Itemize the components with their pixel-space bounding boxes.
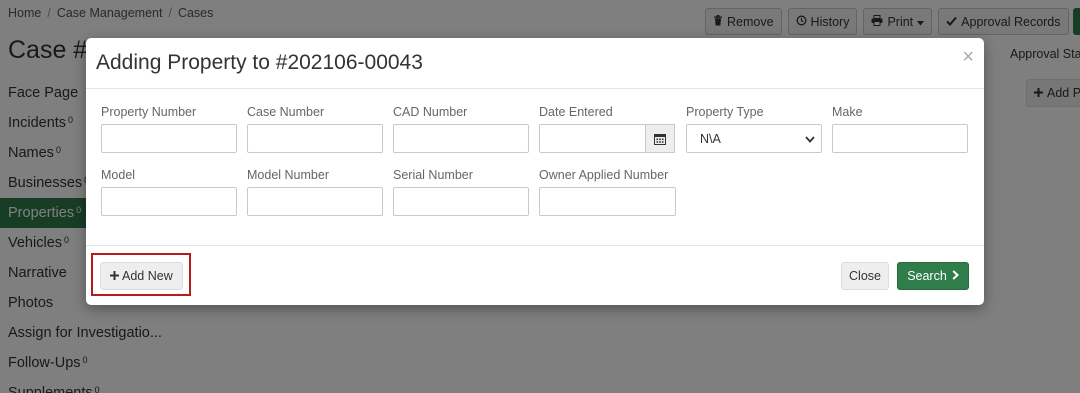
model-number-input[interactable] bbox=[247, 187, 383, 216]
property-type-value: N\A bbox=[700, 131, 721, 146]
chevron-down-icon bbox=[805, 132, 815, 146]
property-number-input[interactable] bbox=[101, 124, 237, 153]
case-number-input[interactable] bbox=[247, 124, 383, 153]
modal-footer: Add New Close Search bbox=[86, 245, 984, 305]
calendar-icon[interactable] bbox=[646, 124, 675, 153]
add-new-label: Add New bbox=[122, 269, 173, 283]
property-type-label: Property Type bbox=[686, 105, 764, 119]
make-label: Make bbox=[832, 105, 863, 119]
make-field: Make bbox=[832, 105, 968, 153]
case-number-field: Case Number bbox=[247, 105, 383, 153]
plus-icon bbox=[110, 269, 119, 283]
add-new-button[interactable]: Add New bbox=[100, 262, 183, 290]
make-input[interactable] bbox=[832, 124, 968, 153]
cad-number-label: CAD Number bbox=[393, 105, 468, 119]
search-button[interactable]: Search bbox=[897, 262, 969, 290]
serial-number-input[interactable] bbox=[393, 187, 529, 216]
close-icon[interactable]: × bbox=[962, 47, 974, 67]
model-label: Model bbox=[101, 168, 136, 182]
date-entered-input[interactable] bbox=[539, 124, 646, 153]
owner-applied-number-label: Owner Applied Number bbox=[539, 168, 669, 182]
model-number-label: Model Number bbox=[247, 168, 329, 182]
owner-applied-number-field: Owner Applied Number bbox=[539, 168, 676, 216]
search-label: Search bbox=[907, 269, 947, 283]
case-number-label: Case Number bbox=[247, 105, 325, 119]
date-entered-label: Date Entered bbox=[539, 105, 613, 119]
modal-body: Property Number Case Number CAD Number D… bbox=[86, 89, 984, 245]
model-input[interactable] bbox=[101, 187, 237, 216]
modal-title: Adding Property to #202106-00043 bbox=[96, 51, 423, 74]
property-number-label: Property Number bbox=[101, 105, 197, 119]
owner-applied-number-input[interactable] bbox=[539, 187, 676, 216]
model-field: Model bbox=[101, 168, 237, 216]
date-entered-field: Date Entered bbox=[539, 105, 675, 153]
chevron-right-icon bbox=[952, 269, 959, 283]
model-number-field: Model Number bbox=[247, 168, 383, 216]
serial-number-label: Serial Number bbox=[393, 168, 473, 182]
property-type-field: Property Type N\A bbox=[686, 105, 822, 153]
close-label: Close bbox=[849, 269, 881, 283]
close-button[interactable]: Close bbox=[841, 262, 889, 290]
property-number-field: Property Number bbox=[101, 105, 237, 153]
cad-number-input[interactable] bbox=[393, 124, 529, 153]
serial-number-field: Serial Number bbox=[393, 168, 529, 216]
property-type-select[interactable]: N\A bbox=[686, 124, 822, 153]
add-property-modal: Adding Property to #202106-00043 × Prope… bbox=[86, 38, 984, 305]
cad-number-field: CAD Number bbox=[393, 105, 529, 153]
modal-header: Adding Property to #202106-00043 × bbox=[86, 38, 984, 89]
